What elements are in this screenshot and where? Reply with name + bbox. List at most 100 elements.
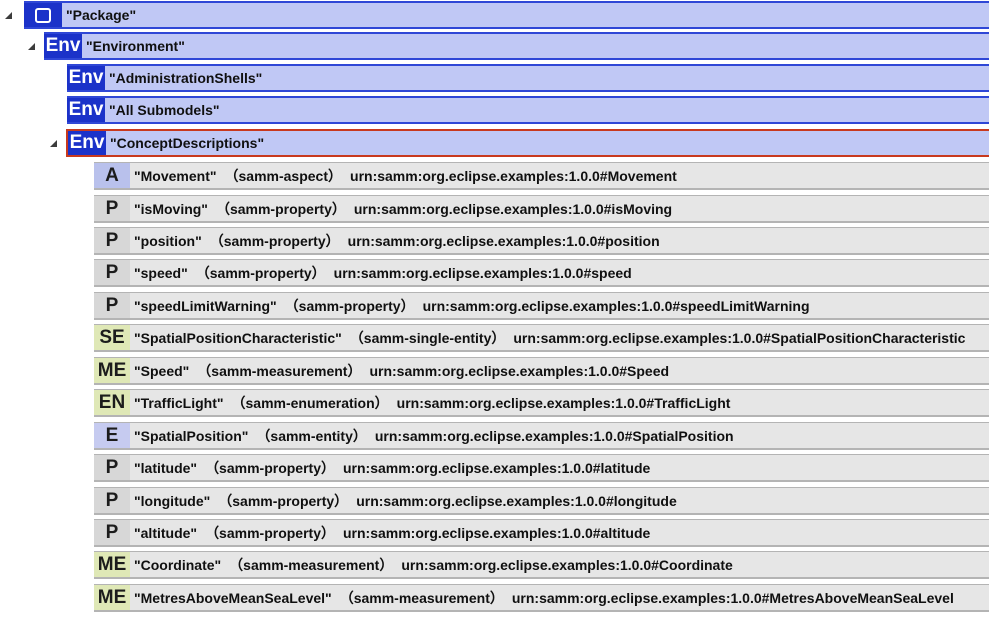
aas-tree-view: "Package" Env "Environment" Env "Adminis… bbox=[0, 0, 989, 618]
concept-urn: urn:samm:org.eclipse.examples:1.0.0#spee… bbox=[333, 264, 632, 281]
concept-item-row[interactable]: A "Movement" （samm-aspect） urn:samm:org.ec… bbox=[0, 161, 989, 191]
concept-item-ismoving[interactable]: P "isMoving" （samm-property） urn:samm:org.… bbox=[94, 195, 989, 223]
concept-item-row[interactable]: ME "Speed" （samm-measurement） urn:samm:org… bbox=[0, 356, 989, 386]
concept-descriptions-badge: Env bbox=[68, 131, 106, 155]
concept-item-coordinate[interactable]: ME "Coordinate" （samm-measurement） urn:sam… bbox=[94, 551, 989, 579]
concept-urn: urn:samm:org.eclipse.examples:1.0.0#long… bbox=[356, 492, 677, 509]
administration-shells-node[interactable]: Env "AdministrationShells" bbox=[67, 64, 989, 92]
concept-name: "speed" bbox=[134, 264, 188, 281]
environment-badge: Env bbox=[44, 34, 82, 58]
concept-kind: （samm-measurement） bbox=[339, 589, 504, 606]
concept-item-row[interactable]: P "latitude" （samm-property） urn:samm:org.… bbox=[0, 453, 989, 483]
concept-name: "Speed" bbox=[134, 362, 190, 379]
concept-name: "SpatialPosition" bbox=[134, 427, 249, 444]
expand-triangle-icon[interactable] bbox=[25, 40, 37, 52]
aspect-badge: A bbox=[94, 163, 130, 188]
concept-urn: urn:samm:org.eclipse.examples:1.0.0#lati… bbox=[342, 459, 651, 476]
concept-item-trafficlight[interactable]: EN "TrafficLight" （samm-enumeration） urn:s… bbox=[94, 389, 989, 417]
concept-item-row[interactable]: P "altitude" （samm-property） urn:samm:org.… bbox=[0, 518, 989, 548]
concept-name: "isMoving" bbox=[134, 200, 208, 217]
concept-kind: （samm-property） bbox=[195, 264, 326, 281]
administration-shells-badge: Env bbox=[67, 66, 105, 90]
concept-name: "altitude" bbox=[134, 524, 198, 541]
concept-item-row[interactable]: P "isMoving" （samm-property） urn:samm:org.… bbox=[0, 194, 989, 224]
single-entity-badge: SE bbox=[94, 325, 130, 350]
concept-item-row[interactable]: P "position" （samm-property） urn:samm:org.… bbox=[0, 226, 989, 256]
concept-item-row[interactable]: ME "MetresAboveMeanSeaLevel" （samm-measur… bbox=[0, 583, 989, 613]
concept-kind: （samm-enumeration） bbox=[231, 394, 389, 411]
concept-kind: （samm-property） bbox=[218, 492, 349, 509]
concept-item-spatialposition[interactable]: E "SpatialPosition" （samm-entity） urn:samm… bbox=[94, 422, 989, 450]
measurement-badge: ME bbox=[94, 585, 130, 610]
concept-kind: （samm-measurement） bbox=[229, 556, 394, 573]
environment-label: "Environment" bbox=[86, 38, 185, 54]
property-badge: P bbox=[94, 196, 130, 221]
concept-urn: urn:samm:org.eclipse.examples:1.0.0#Traf… bbox=[396, 394, 731, 411]
concept-item-altitude[interactable]: P "altitude" （samm-property） urn:samm:org.… bbox=[94, 519, 989, 547]
expand-triangle-icon[interactable] bbox=[2, 9, 14, 21]
measurement-badge: ME bbox=[94, 552, 130, 577]
concept-item-speed-measurement[interactable]: ME "Speed" （samm-measurement） urn:samm:org… bbox=[94, 357, 989, 385]
concept-descriptions-node[interactable]: Env "ConceptDescriptions" bbox=[66, 129, 989, 157]
concept-item-row[interactable]: EN "TrafficLight" （samm-enumeration） urn:s… bbox=[0, 388, 989, 418]
measurement-badge: ME bbox=[94, 358, 130, 383]
concept-urn: urn:samm:org.eclipse.examples:1.0.0#Metr… bbox=[511, 589, 954, 606]
concept-urn: urn:samm:org.eclipse.examples:1.0.0#Spat… bbox=[513, 329, 966, 346]
property-badge: P bbox=[94, 488, 130, 513]
tree-row-all-submodels[interactable]: Env "All Submodels" bbox=[0, 95, 989, 125]
environment-node[interactable]: Env "Environment" bbox=[44, 32, 989, 60]
tree-row-concept-descriptions[interactable]: Env "ConceptDescriptions" bbox=[0, 128, 989, 158]
concept-urn: urn:samm:org.eclipse.examples:1.0.0#Spat… bbox=[374, 427, 734, 444]
all-submodels-label: "All Submodels" bbox=[109, 102, 220, 118]
concept-kind: （samm-property） bbox=[205, 459, 335, 476]
concept-name: "latitude" bbox=[134, 459, 198, 476]
concept-item-row[interactable]: P "speedLimitWarning" （samm-property） urn:… bbox=[0, 291, 989, 321]
concept-kind: （samm-aspect） bbox=[224, 167, 343, 184]
property-badge: P bbox=[94, 293, 130, 318]
concept-item-metresabovemeansealevel[interactable]: ME "MetresAboveMeanSeaLevel" （samm-measur… bbox=[94, 584, 989, 612]
concept-kind: （samm-entity） bbox=[256, 427, 367, 444]
enumeration-badge: EN bbox=[94, 390, 130, 415]
concept-name: "Coordinate" bbox=[134, 556, 222, 573]
expand-triangle-icon[interactable] bbox=[47, 137, 59, 149]
concept-item-speedlimitwarning[interactable]: P "speedLimitWarning" （samm-property） urn:… bbox=[94, 292, 989, 320]
property-badge: P bbox=[94, 455, 130, 480]
property-badge: P bbox=[94, 520, 130, 545]
concept-name: "TrafficLight" bbox=[134, 394, 224, 411]
all-submodels-node[interactable]: Env "All Submodels" bbox=[67, 96, 989, 124]
tree-row-package[interactable]: "Package" bbox=[0, 0, 989, 30]
package-square-icon bbox=[24, 3, 62, 27]
concept-urn: urn:samm:org.eclipse.examples:1.0.0#spee… bbox=[422, 297, 810, 314]
concept-item-row[interactable]: P "speed" （samm-property） urn:samm:org.ecl… bbox=[0, 258, 989, 288]
concept-kind: （samm-single-entity） bbox=[349, 329, 506, 346]
concept-item-position[interactable]: P "position" （samm-property） urn:samm:org.… bbox=[94, 227, 989, 255]
tree-row-environment[interactable]: Env "Environment" bbox=[0, 31, 989, 61]
concept-urn: urn:samm:org.eclipse.examples:1.0.0#isMo… bbox=[353, 200, 673, 217]
concept-kind: （samm-property） bbox=[215, 200, 346, 217]
concept-item-latitude[interactable]: P "latitude" （samm-property） urn:samm:org.… bbox=[94, 454, 989, 482]
concept-item-row[interactable]: ME "Coordinate" （samm-measurement） urn:sam… bbox=[0, 550, 989, 580]
property-badge: P bbox=[94, 260, 130, 285]
package-node[interactable]: "Package" bbox=[24, 1, 989, 29]
concept-kind: （samm-property） bbox=[284, 297, 415, 314]
tree-row-administration-shells[interactable]: Env "AdministrationShells" bbox=[0, 63, 989, 93]
concept-urn: urn:samm:org.eclipse.examples:1.0.0#Spee… bbox=[369, 362, 670, 379]
concept-name: "Movement" bbox=[134, 167, 217, 184]
property-badge: P bbox=[94, 228, 130, 253]
concept-item-longitude[interactable]: P "longitude" （samm-property） urn:samm:org… bbox=[94, 487, 989, 515]
concept-item-row[interactable]: SE "SpatialPositionCharacteristic" （samm-… bbox=[0, 323, 989, 353]
concept-kind: （samm-measurement） bbox=[197, 362, 362, 379]
concept-item-speed[interactable]: P "speed" （samm-property） urn:samm:org.ecl… bbox=[94, 259, 989, 287]
concept-item-row[interactable]: E "SpatialPosition" （samm-entity） urn:samm… bbox=[0, 421, 989, 451]
concept-name: "speedLimitWarning" bbox=[134, 297, 277, 314]
concept-item-row[interactable]: P "longitude" （samm-property） urn:samm:org… bbox=[0, 486, 989, 516]
administration-shells-label: "AdministrationShells" bbox=[109, 70, 263, 86]
concept-name: "longitude" bbox=[134, 492, 211, 509]
entity-badge: E bbox=[94, 423, 130, 448]
concept-name: "position" bbox=[134, 232, 202, 249]
concept-item-spatialpositioncharacteristic[interactable]: SE "SpatialPositionCharacteristic" （samm-… bbox=[94, 324, 989, 352]
concept-item-movement[interactable]: A "Movement" （samm-aspect） urn:samm:org.ec… bbox=[94, 162, 989, 190]
concept-name: "MetresAboveMeanSeaLevel" bbox=[134, 589, 332, 606]
concept-descriptions-label: "ConceptDescriptions" bbox=[110, 135, 265, 151]
package-label: "Package" bbox=[66, 7, 137, 23]
